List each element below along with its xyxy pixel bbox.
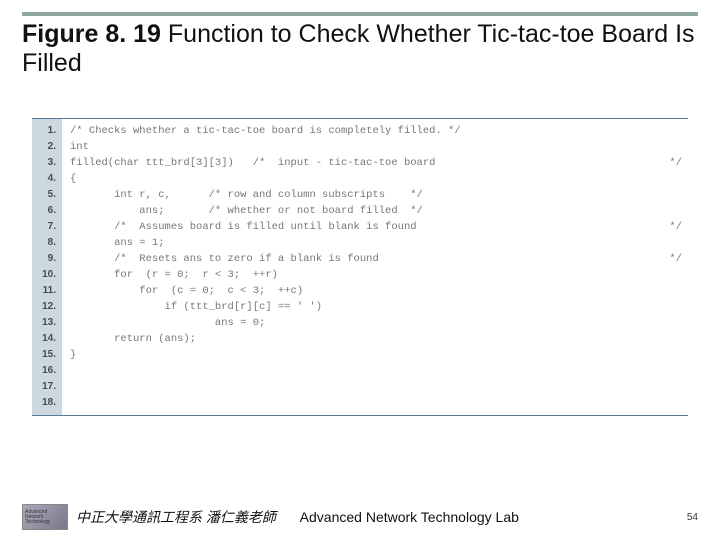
lab-logo: Advanced Network Technology xyxy=(22,504,68,530)
line-number: 15. xyxy=(38,347,56,363)
footer-dept: 中正大學通訊工程系 潘仁義老師 xyxy=(76,507,276,527)
footer-lab: Advanced Network Technology Lab xyxy=(300,509,519,525)
code-line: int xyxy=(70,139,688,155)
code-line: /* Checks whether a tic-tac-toe board is… xyxy=(70,123,688,139)
line-number: 3. xyxy=(38,155,56,171)
line-number: 8. xyxy=(38,235,56,251)
code-line: for (c = 0; c < 3; ++c) xyxy=(70,283,688,299)
page-number: 54 xyxy=(687,512,698,523)
figure-number: Figure 8. 19 xyxy=(22,20,161,48)
line-number: 14. xyxy=(38,331,56,347)
line-number: 13. xyxy=(38,315,56,331)
line-number: 11. xyxy=(38,283,56,299)
code-line: if (ttt_brd[r][c] == ' ') xyxy=(70,299,688,315)
line-number: 5. xyxy=(38,187,56,203)
slide-title: Figure 8. 19 Function to Check Whether T… xyxy=(22,12,698,78)
line-number: 18. xyxy=(38,395,56,411)
code-line: ans = 1; xyxy=(70,235,688,251)
line-number: 7. xyxy=(38,219,56,235)
code-line: /* Assumes board is filled until blank i… xyxy=(70,219,688,235)
code-line: filled(char ttt_brd[3][3]) /* input - ti… xyxy=(70,155,688,171)
code-line: { xyxy=(70,171,688,187)
code-block: 1.2.3.4.5.6.7.8.9.10.11.12.13.14.15.16.1… xyxy=(32,118,688,416)
line-number: 4. xyxy=(38,171,56,187)
line-number: 9. xyxy=(38,251,56,267)
line-number: 17. xyxy=(38,379,56,395)
code-line: int r, c, /* row and column subscripts *… xyxy=(70,187,688,203)
code-content: /* Checks whether a tic-tac-toe board is… xyxy=(62,119,688,415)
line-number: 12. xyxy=(38,299,56,315)
line-number: 10. xyxy=(38,267,56,283)
code-line: ans; /* whether or not board filled */ xyxy=(70,203,688,219)
code-line: ans = 0; xyxy=(70,315,688,331)
code-line: /* Resets ans to zero if a blank is foun… xyxy=(70,251,688,267)
code-line: return (ans); xyxy=(70,331,688,347)
line-number: 16. xyxy=(38,363,56,379)
line-number: 1. xyxy=(38,123,56,139)
code-line: for (r = 0; r < 3; ++r) xyxy=(70,267,688,283)
code-line: } xyxy=(70,347,688,363)
line-number-gutter: 1.2.3.4.5.6.7.8.9.10.11.12.13.14.15.16.1… xyxy=(32,119,62,415)
slide-footer: Advanced Network Technology 中正大學通訊工程系 潘仁… xyxy=(0,504,720,530)
line-number: 2. xyxy=(38,139,56,155)
line-number: 6. xyxy=(38,203,56,219)
